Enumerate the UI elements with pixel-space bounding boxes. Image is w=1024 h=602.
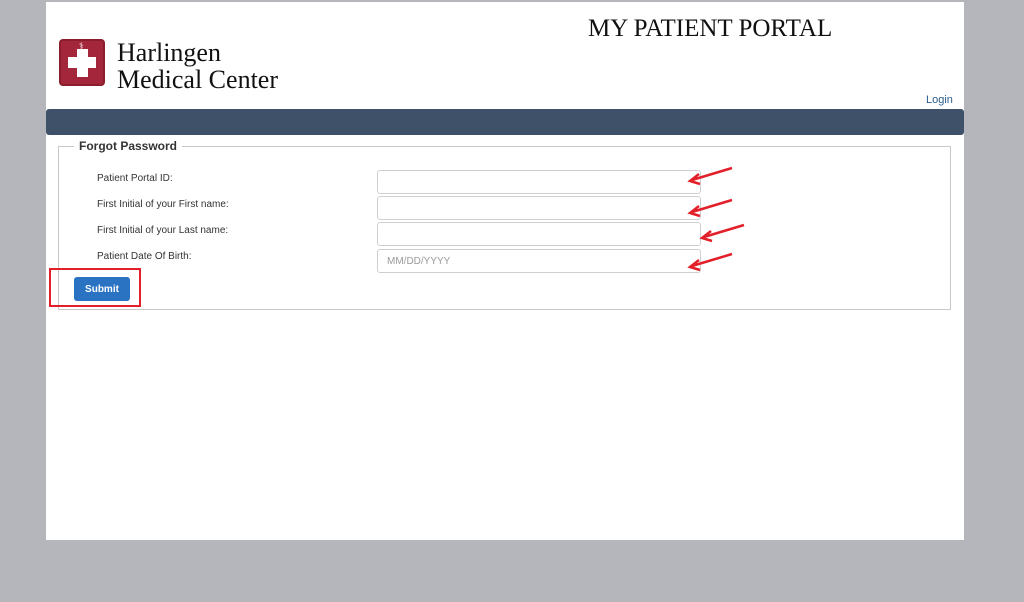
logo-line-1: Harlingen [117, 38, 221, 67]
page: ⚕ Harlingen Medical Center MY PATIENT PO… [46, 2, 964, 540]
hospital-cross-icon: ⚕ [59, 39, 105, 86]
portal-title: MY PATIENT PORTAL [588, 15, 833, 42]
login-link[interactable]: Login [926, 94, 953, 106]
logo-text: Harlingen Medical Center [117, 39, 317, 93]
portal-id-input[interactable] [377, 170, 701, 194]
red-arrow-annotation [687, 166, 733, 186]
red-box-annotation [49, 268, 141, 307]
date-of-birth-input[interactable] [377, 249, 701, 273]
logo-line-2: Medical Center [117, 65, 278, 94]
first-initial-last-name-label: First Initial of your Last name: [97, 225, 229, 236]
first-initial-first-name-input[interactable] [377, 196, 701, 220]
date-of-birth-label: Patient Date Of Birth: [97, 251, 192, 262]
navbar [46, 109, 964, 135]
red-arrow-annotation [687, 198, 733, 218]
fieldset-legend: Forgot Password [79, 139, 178, 153]
first-initial-last-name-input[interactable] [377, 222, 701, 246]
red-arrow-annotation [699, 223, 745, 243]
portal-id-label: Patient Portal ID: [97, 173, 173, 184]
first-initial-first-name-label: First Initial of your First name: [97, 199, 229, 210]
red-arrow-annotation [687, 252, 733, 272]
